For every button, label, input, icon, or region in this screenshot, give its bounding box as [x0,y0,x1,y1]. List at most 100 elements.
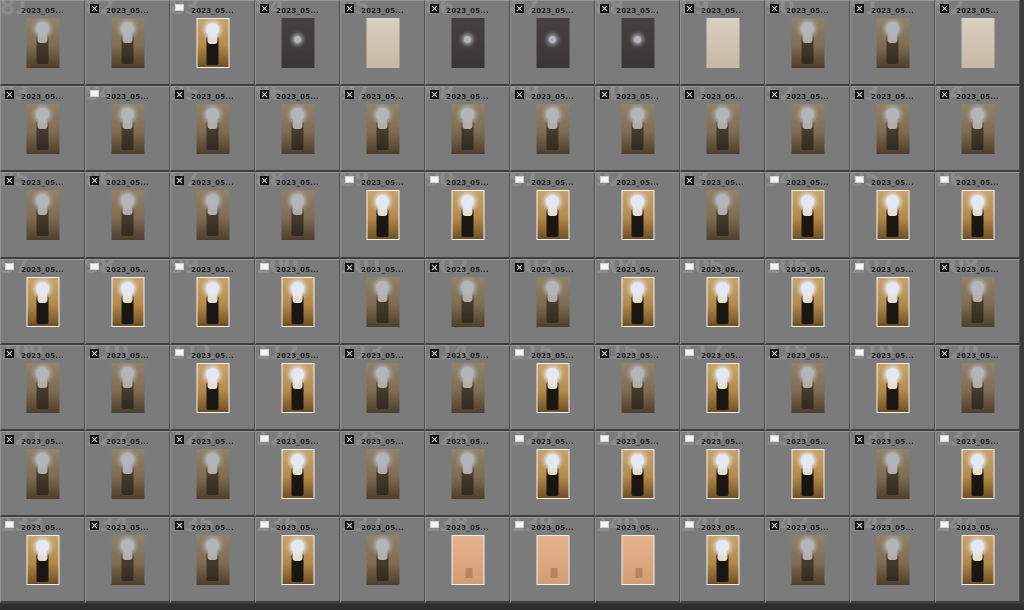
thumbnail-cell[interactable]: 129 2023_05... [680,430,765,518]
thumbnail-cell[interactable]: 123 2023_05... [170,430,255,518]
thumbnail-cell[interactable]: 85 2023_05... [340,0,425,87]
photo-thumbnail[interactable] [281,18,314,68]
thumbnail-cell[interactable]: 135 2023_05... [170,517,255,604]
thumbnail-cell[interactable]: 92 2023_05... [595,172,680,259]
photo-thumbnail[interactable] [791,18,824,68]
photo-thumbnail[interactable] [111,190,144,241]
thumbnail-cell[interactable]: 94 2023_05... [765,172,850,259]
thumbnail-cell[interactable]: 116 2023_05... [595,344,680,431]
thumbnail-cell[interactable]: 110 2023_05... [85,344,170,431]
thumbnail-cell[interactable]: 53 2023_05... [850,86,935,173]
thumbnail-cell[interactable]: 85 2023_05... [0,172,85,259]
thumbnail-cell[interactable]: 142 2023_05... [765,517,850,604]
thumbnail-cell[interactable]: 86 2023_05... [425,0,510,87]
photo-thumbnail[interactable] [451,18,484,68]
photo-thumbnail[interactable] [791,535,824,586]
photo-thumbnail[interactable] [196,190,229,241]
thumbnail-cell[interactable]: 114 2023_05... [425,344,510,431]
thumbnail-cell[interactable]: 87 2023_05... [170,172,255,259]
photo-thumbnail[interactable] [366,276,399,327]
thumbnail-cell[interactable]: 130 2023_05... [765,430,850,518]
photo-thumbnail[interactable] [961,18,994,68]
thumbnail-cell[interactable]: 128 2023_05... [595,430,680,518]
photo-thumbnail[interactable] [621,18,654,68]
photo-thumbnail[interactable] [621,190,654,241]
photo-thumbnail[interactable] [26,362,59,413]
photo-thumbnail[interactable] [536,362,569,413]
thumbnail-cell[interactable]: 138 2023_05... [425,517,510,604]
thumbnail-cell[interactable]: 122 2023_05... [85,430,170,518]
thumbnail-cell[interactable]: 82 2023_05... [85,0,170,87]
photo-thumbnail[interactable] [536,18,569,68]
photo-thumbnail[interactable] [791,104,824,155]
photo-thumbnail[interactable] [111,104,144,155]
thumbnail-cell[interactable]: 100 2023_05... [255,258,340,345]
thumbnail-cell[interactable]: 90 2023_05... [765,0,850,87]
thumbnail-cell[interactable]: 99 2023_05... [170,258,255,345]
photo-thumbnail[interactable] [961,535,994,586]
photo-thumbnail[interactable] [451,362,484,413]
photo-thumbnail[interactable] [876,276,909,327]
thumbnail-cell[interactable]: 94 2023_05... [85,86,170,173]
thumbnail-cell[interactable]: 143 2023_05... [850,517,935,604]
photo-thumbnail[interactable] [706,190,739,241]
photo-thumbnail[interactable] [451,276,484,327]
thumbnail-cell[interactable]: 134 2023_05... [85,517,170,604]
thumbnail-cell[interactable]: 102 2023_05... [425,258,510,345]
photo-thumbnail[interactable] [876,535,909,586]
thumbnail-cell[interactable]: 107 2023_05... [850,258,935,345]
photo-thumbnail[interactable] [791,362,824,413]
photo-thumbnail[interactable] [366,448,399,499]
thumbnail-cell[interactable]: 119 2023_05... [850,344,935,431]
thumbnail-cell[interactable]: 117 2023_05... [680,344,765,431]
thumbnail-cell[interactable]: 91 2023_05... [510,172,595,259]
photo-thumbnail[interactable] [706,448,739,499]
photo-thumbnail[interactable] [706,362,739,413]
thumbnail-cell[interactable]: 99 2023_05... [510,86,595,173]
photo-thumbnail[interactable] [621,276,654,327]
thumbnail-cell[interactable]: 83 2023_05... [170,0,255,87]
photo-thumbnail[interactable] [281,190,314,241]
photo-thumbnail[interactable] [961,190,994,241]
thumbnail-cell[interactable]: 97 2023_05... [0,258,85,345]
thumbnail-cell[interactable]: 98 2023_05... [85,258,170,345]
thumbnail-cell[interactable]: 97 2023_05... [340,86,425,173]
thumbnail-cell[interactable]: 124 2023_05... [255,430,340,518]
thumbnail-cell[interactable]: 120 2023_05... [935,344,1020,431]
thumbnail-cell[interactable]: 105 2023_05... [680,258,765,345]
photo-thumbnail[interactable] [961,104,994,155]
photo-thumbnail[interactable] [621,104,654,155]
photo-thumbnail[interactable] [26,18,59,68]
photo-thumbnail[interactable] [196,535,229,586]
photo-thumbnail[interactable] [536,190,569,241]
thumbnail-cell[interactable]: 89 2023_05... [680,0,765,87]
thumbnail-cell[interactable]: 101 2023_05... [340,258,425,345]
thumbnail-cell[interactable]: 96 2023_05... [255,86,340,173]
thumbnail-cell[interactable]: 108 2023_05... [935,258,1020,345]
photo-thumbnail[interactable] [111,535,144,586]
photo-thumbnail[interactable] [536,448,569,499]
thumbnail-cell[interactable]: 141 2023_05... [680,517,765,604]
photo-thumbnail[interactable] [791,190,824,241]
thumbnail-cell[interactable]: 88 2023_05... [255,172,340,259]
photo-thumbnail[interactable] [26,190,59,241]
thumbnail-cell[interactable]: 87 2023_05... [510,0,595,87]
thumbnail-cell[interactable]: 98 2023_05... [425,86,510,173]
photo-thumbnail[interactable] [196,362,229,413]
thumbnail-cell[interactable]: 113 2023_05... [340,344,425,431]
photo-thumbnail[interactable] [196,104,229,155]
photo-thumbnail[interactable] [196,448,229,499]
thumbnail-cell[interactable]: 96 2023_05... [935,172,1020,259]
photo-thumbnail[interactable] [111,18,144,68]
photo-thumbnail[interactable] [26,276,59,327]
photo-thumbnail[interactable] [706,535,739,586]
thumbnail-cell[interactable]: 95 2023_05... [170,86,255,173]
thumbnail-cell[interactable]: 93 2023_05... [680,172,765,259]
thumbnail-cell[interactable]: 131 2023_05... [850,430,935,518]
thumbnail-cell[interactable]: 81 2023_05... [0,0,85,87]
photo-thumbnail[interactable] [281,448,314,499]
photo-thumbnail[interactable] [281,104,314,155]
thumbnail-cell[interactable]: 51 2023_05... [680,86,765,173]
thumbnail-cell[interactable]: 111 2023_05... [170,344,255,431]
photo-thumbnail[interactable] [536,535,569,586]
